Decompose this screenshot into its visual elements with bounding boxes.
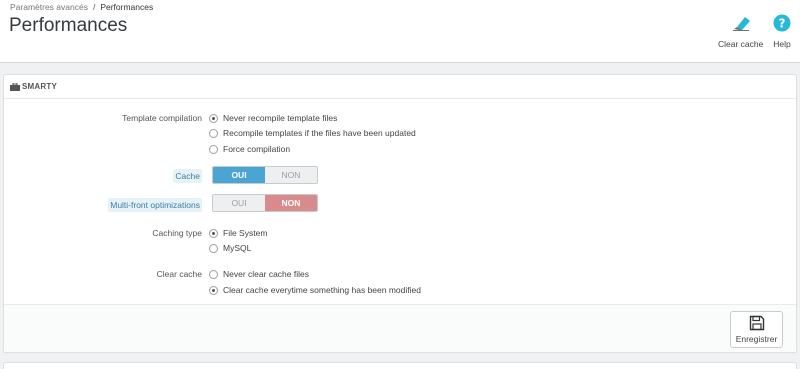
page-title: Performances <box>9 15 128 36</box>
cache-toggle[interactable]: OUI NON <box>212 166 318 184</box>
eraser-icon <box>730 12 752 34</box>
cache-toggle-oui[interactable]: OUI <box>213 167 265 183</box>
help-button[interactable]: ? Help <box>771 12 793 49</box>
radio-label: File System <box>223 228 268 238</box>
radio-dot[interactable] <box>209 243 218 253</box>
radio-dot[interactable] <box>209 269 218 279</box>
briefcase-icon <box>10 82 20 91</box>
help-icon: ? <box>771 12 793 34</box>
radio-never-clear-cache[interactable]: Never clear cache files <box>209 269 309 279</box>
radio-label: Never clear cache files <box>223 269 309 279</box>
radio-dot[interactable] <box>209 144 218 154</box>
radio-mysql[interactable]: MySQL <box>209 243 251 253</box>
clear-cache-setting-label: Clear cache <box>156 269 202 279</box>
smarty-panel: SMARTY Template compilation Never recomp… <box>3 74 797 353</box>
cache-toggle-non[interactable]: NON <box>265 167 317 183</box>
radio-label: Never recompile template files <box>223 113 338 123</box>
radio-label: Recompile templates if the files have be… <box>223 128 416 138</box>
template-compilation-label: Template compilation <box>122 113 202 123</box>
help-label: Help <box>773 39 791 49</box>
multi-front-toggle-non[interactable]: NON <box>265 195 317 211</box>
breadcrumb: Paramètres avancés / Performances <box>10 2 153 12</box>
panel-heading-text: SMARTY <box>22 82 57 91</box>
radio-dot-selected[interactable] <box>209 228 218 238</box>
radio-clear-cache-everytime[interactable]: Clear cache everytime something has been… <box>209 285 421 295</box>
breadcrumb-separator: / <box>92 2 96 12</box>
caching-type-label: Caching type <box>152 228 202 238</box>
breadcrumb-parent[interactable]: Paramètres avancés <box>10 2 88 12</box>
radio-never-recompile[interactable]: Never recompile template files <box>209 113 337 123</box>
save-label: Enregistrer <box>735 334 778 344</box>
page-header: Paramètres avancés / Performances Performa… <box>0 0 800 63</box>
radio-file-system[interactable]: File System <box>209 228 267 238</box>
svg-text:?: ? <box>779 17 786 31</box>
panel-heading: SMARTY <box>4 75 796 99</box>
breadcrumb-current: Performances <box>100 2 154 12</box>
save-button[interactable]: Enregistrer <box>730 311 783 348</box>
multi-front-toggle-oui[interactable]: OUI <box>213 195 265 211</box>
radio-label: Force compilation <box>223 144 291 154</box>
clear-cache-button[interactable]: Clear cache <box>718 12 763 49</box>
clear-cache-label: Clear cache <box>718 39 764 49</box>
next-panel <box>3 362 797 369</box>
floppy-disk-icon <box>749 315 765 331</box>
cache-label[interactable]: Cache <box>173 169 202 183</box>
radio-force-compilation[interactable]: Force compilation <box>209 144 290 154</box>
radio-label: MySQL <box>223 243 252 253</box>
radio-dot-selected[interactable] <box>209 113 218 123</box>
radio-dot[interactable] <box>209 128 218 138</box>
radio-dot-selected[interactable] <box>209 285 218 295</box>
multi-front-toggle[interactable]: OUI NON <box>212 194 318 212</box>
multi-front-label[interactable]: Multi-front optimizations <box>108 198 202 212</box>
panel-footer: Enregistrer <box>4 304 796 352</box>
radio-label: Clear cache everytime something has been… <box>223 285 421 295</box>
radio-recompile-if-updated[interactable]: Recompile templates if the files have be… <box>209 128 416 138</box>
